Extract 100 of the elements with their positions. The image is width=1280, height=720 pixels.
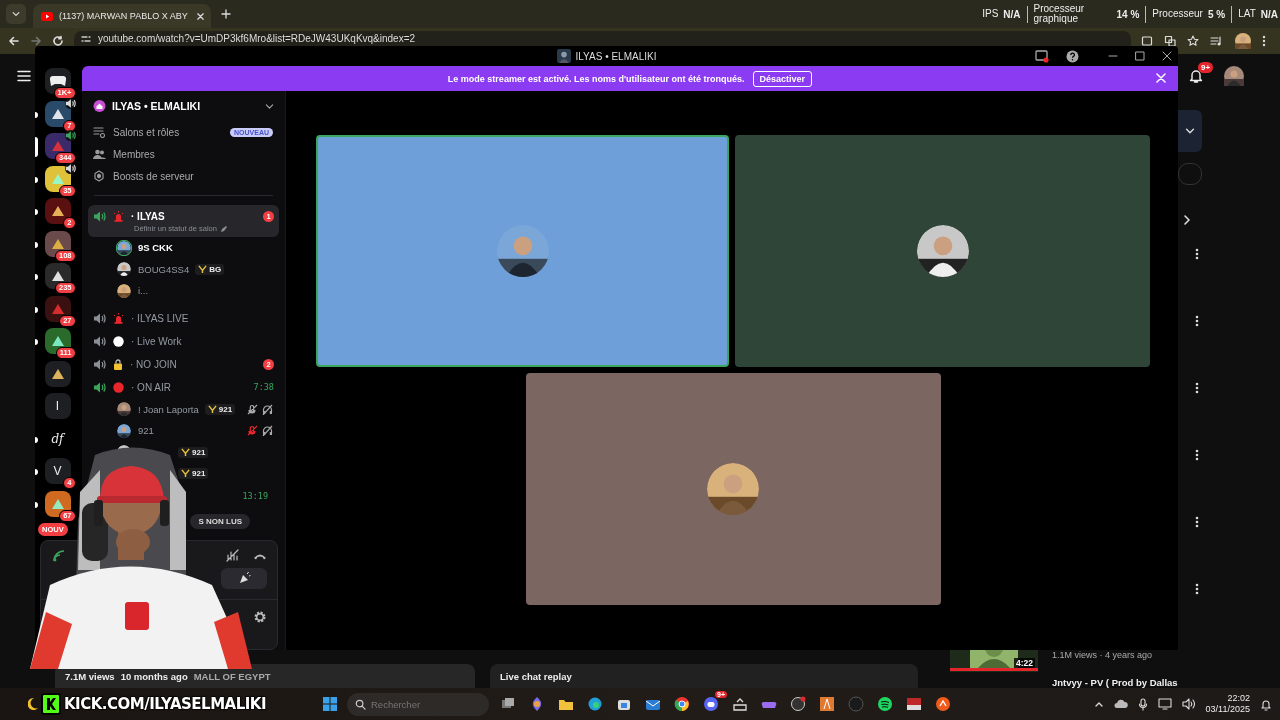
member-name[interactable]: 9S CKK [138,242,173,254]
chevron-right-icon[interactable] [1182,214,1192,226]
channel-name: · NO JOIN [130,358,178,370]
translate-icon[interactable] [1164,35,1176,47]
member-row[interactable]: BOUG4SS4 BG [82,258,285,280]
back-icon[interactable] [8,35,20,47]
member-name[interactable]: 921 [138,425,154,437]
server-icon[interactable] [44,230,71,257]
member-row[interactable]: 9S CKK [82,237,285,259]
game-app-icon[interactable] [933,696,953,712]
tab-title: (1137) MARWAN PABLO X ABY [59,11,189,21]
server-icon[interactable] [44,198,71,224]
server-icon[interactable] [44,100,71,127]
video-title[interactable]: Jntvyy - PV ( Prod by Dallas [1052,677,1178,688]
search-field[interactable]: Rechercher [347,692,489,716]
server-item[interactable]: df [35,425,82,454]
k-mark-icon [46,698,56,710]
tab-list-button[interactable] [6,4,26,24]
tray-up-icon[interactable] [730,696,750,712]
start-icon[interactable] [322,696,338,712]
live-chat-replay-button[interactable]: Live chat replay [490,664,918,688]
menu-item[interactable]: Boosts de serveur [82,165,285,187]
display-icon[interactable] [1157,698,1172,710]
server-icon[interactable] [44,328,71,354]
channel-url: KICK.COM/ILYASELMALIKI [64,695,267,713]
server-icon[interactable] [44,263,71,289]
connection-icon[interactable] [53,549,67,562]
server-icon[interactable]: I [44,393,71,419]
star-icon[interactable] [1187,35,1199,47]
maximize-icon[interactable] [1135,51,1145,61]
more-icon[interactable] [1195,382,1199,394]
chat-app-icon[interactable] [701,696,721,712]
server-icon[interactable]: df [44,425,71,452]
address-bar[interactable]: youtube.com/watch?v=UmDP3kf6Mro&list=RDeJW43UKqKvq&index=2 [74,31,1131,46]
member-name[interactable]: i... [138,285,149,297]
unread-pill[interactable]: S NON LUS [190,513,250,529]
perf-label: Processeur graphique [1033,4,1082,24]
profile-avatar[interactable] [1235,33,1251,49]
menu-label: Salons et rôles [113,126,181,138]
reload-icon[interactable] [52,35,64,47]
server-icon[interactable] [44,360,71,387]
server-icon[interactable] [44,133,71,159]
record-icon[interactable] [788,696,808,712]
triangle-app-icon[interactable] [817,696,837,712]
server-avatar [556,49,571,63]
soundboard-button[interactable] [221,568,267,589]
menu-item[interactable]: Membres [82,143,285,165]
video-tile[interactable] [525,373,941,605]
voice-channel[interactable]: · ILYAS LIVE [88,306,279,330]
chevron-down-icon [11,9,21,19]
close-icon[interactable] [1162,51,1172,61]
member-row[interactable]: i... [82,280,285,302]
channel-name: · ILYAS [131,211,166,222]
disable-button[interactable]: Désactiver [752,70,813,87]
more-icon[interactable] [1195,449,1199,461]
notification-bell-icon[interactable] [1260,697,1272,711]
browser-icon[interactable] [672,696,692,712]
forward-icon[interactable] [30,35,42,47]
location-tag[interactable]: MALL OF EGYPT [193,670,271,682]
channel-list-icon [93,126,106,138]
more-icon[interactable] [1262,35,1266,47]
noise-suppression-icon[interactable] [226,549,239,562]
voice-channel[interactable]: · Live Work [88,329,279,353]
server-icon[interactable] [44,295,71,322]
menu-icon[interactable] [17,70,31,82]
tag-icon [181,447,190,457]
clock[interactable]: 22:02 03/11/2025 [1205,693,1250,715]
call-timer: 13:19 [242,491,268,501]
install-icon[interactable] [1141,35,1153,47]
microphone-icon[interactable] [1137,697,1148,711]
cloud-icon[interactable] [1113,699,1128,709]
home-button[interactable] [44,68,71,94]
music-app-icon[interactable] [875,696,895,712]
member-name[interactable]: BOUG4SS4 [138,263,190,275]
member-name[interactable]: ! Joan Laporta [138,403,199,415]
bell-icon[interactable] [1188,68,1204,84]
more-icon[interactable] [1195,516,1199,528]
volume-icon[interactable] [1181,698,1196,710]
settings-icon[interactable] [253,610,267,624]
voice-channel[interactable]: · ON AIR 7:38 [88,375,279,399]
server-icon[interactable] [44,490,71,517]
call-timer: 7:38 [253,382,274,392]
profile-avatar[interactable] [1224,66,1244,86]
pencil-icon [219,224,228,233]
browser-tab[interactable]: (1137) MARWAN PABLO X ABY [33,4,211,28]
video-tile[interactable] [735,135,1150,367]
media-icon[interactable] [1210,35,1224,47]
menu-label: Membres [113,148,156,160]
server-icon[interactable] [44,165,71,192]
channel-name: · ILYAS LIVE [131,312,190,324]
server-header[interactable]: ILYAS • ELMALIKI [82,91,285,121]
new-tab-icon[interactable] [221,9,231,19]
help-icon[interactable] [1066,49,1079,63]
more-icon[interactable] [1195,583,1199,595]
more-icon[interactable] [1195,248,1199,260]
voice-app-icon[interactable] [904,696,924,712]
video-tile[interactable] [316,135,729,367]
screen-share-icon[interactable] [1035,49,1049,63]
more-icon[interactable] [1195,315,1199,327]
server-item[interactable]: I [35,393,82,421]
